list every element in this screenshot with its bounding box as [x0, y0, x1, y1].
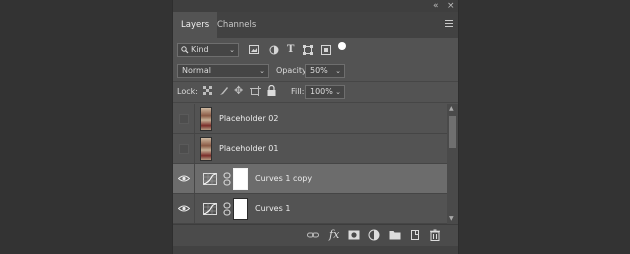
- new-adjustment-icon[interactable]: [368, 229, 380, 241]
- lock-row: Lock: ✥ Fill: 100% ⌄: [173, 83, 458, 101]
- adjustment-filter-icon[interactable]: [269, 45, 279, 55]
- panel-titlebar: « ×: [173, 0, 458, 12]
- lock-image-pixels-icon[interactable]: [219, 86, 229, 96]
- panel-tabs: Layers Channels: [173, 12, 458, 38]
- layer-name[interactable]: Placeholder 01: [219, 134, 278, 164]
- chevron-down-icon: ⌄: [229, 46, 235, 54]
- layer-name[interactable]: Curves 1: [255, 194, 290, 224]
- layer-name[interactable]: Curves 1 copy: [255, 164, 312, 194]
- filter-row: Kind ⌄ T: [173, 40, 458, 60]
- lock-label: Lock:: [177, 87, 198, 96]
- layers-panel: « × Layers Channels Kind ⌄ T Normal ⌄ Op…: [172, 0, 459, 254]
- lock-position-icon[interactable]: ✥: [234, 85, 243, 97]
- layer-row[interactable]: Placeholder 01: [173, 134, 447, 164]
- blend-mode-select[interactable]: Normal ⌄: [177, 64, 269, 78]
- opacity-value: 50%: [310, 66, 328, 75]
- eye-icon[interactable]: [178, 205, 190, 212]
- filter-toggle-icon[interactable]: [337, 41, 347, 51]
- type-filter-icon[interactable]: T: [287, 44, 294, 56]
- scroll-thumb[interactable]: [449, 116, 456, 148]
- layer-thumbnail[interactable]: [200, 107, 212, 131]
- delete-layer-icon[interactable]: [429, 229, 441, 241]
- link-layers-icon[interactable]: [307, 229, 319, 241]
- visibility-off-box[interactable]: [179, 114, 189, 124]
- scroll-down-icon[interactable]: ▼: [449, 215, 454, 222]
- fill-value: 100%: [310, 87, 333, 96]
- shape-filter-icon[interactable]: [303, 45, 313, 55]
- filter-kind-select[interactable]: Kind ⌄: [177, 43, 239, 57]
- pixel-filter-icon[interactable]: [249, 45, 259, 54]
- tab-channels[interactable]: Channels: [209, 12, 264, 38]
- scroll-up-icon[interactable]: ▲: [449, 105, 454, 112]
- panel-bottom-edge: [173, 246, 458, 254]
- lock-artboard-icon[interactable]: [250, 86, 261, 96]
- layer-mask-thumbnail[interactable]: [233, 168, 248, 190]
- mask-link-icon[interactable]: [223, 202, 231, 216]
- curves-adjustment-icon[interactable]: [203, 203, 217, 215]
- opacity-label: Opacity:: [276, 66, 309, 75]
- layer-mask-thumbnail[interactable]: [233, 198, 248, 220]
- visibility-off-box[interactable]: [179, 144, 189, 154]
- chevron-down-icon[interactable]: ⌄: [335, 86, 341, 98]
- blend-mode-value: Normal: [182, 66, 211, 75]
- lock-transparent-pixels-icon[interactable]: [203, 86, 212, 95]
- fill-input[interactable]: 100% ⌄: [305, 85, 345, 99]
- close-icon[interactable]: ×: [447, 1, 455, 11]
- layers-footer: fx: [173, 224, 458, 247]
- new-group-icon[interactable]: [389, 229, 401, 241]
- add-mask-icon[interactable]: [348, 229, 360, 241]
- chevron-down-icon[interactable]: ⌄: [335, 65, 341, 77]
- opacity-input[interactable]: 50% ⌄: [305, 64, 345, 78]
- layer-thumbnail[interactable]: [200, 137, 212, 161]
- visibility-toggle[interactable]: [173, 134, 195, 163]
- new-layer-icon[interactable]: [409, 229, 421, 241]
- layer-row[interactable]: Curves 1: [173, 194, 447, 224]
- blend-row: Normal ⌄ Opacity: 50% ⌄: [173, 62, 458, 80]
- layer-row[interactable]: Placeholder 02: [173, 104, 447, 134]
- divider: [173, 102, 458, 103]
- layer-row[interactable]: Curves 1 copy: [173, 164, 447, 194]
- chevron-down-icon: ⌄: [259, 67, 265, 75]
- panel-menu-icon[interactable]: [445, 20, 453, 29]
- divider: [173, 81, 458, 82]
- layer-name[interactable]: Placeholder 02: [219, 104, 278, 134]
- visibility-toggle[interactable]: [173, 194, 195, 223]
- layer-style-icon[interactable]: fx: [329, 228, 341, 241]
- visibility-toggle[interactable]: [173, 104, 195, 133]
- layers-scrollbar[interactable]: ▲ ▼: [447, 104, 458, 224]
- mask-link-icon[interactable]: [223, 172, 231, 186]
- lock-all-icon[interactable]: [267, 85, 276, 96]
- smart-object-filter-icon[interactable]: [321, 45, 331, 55]
- layers-list: Placeholder 02 Placeholder 01 Curves 1 c…: [173, 104, 447, 224]
- eye-icon[interactable]: [178, 175, 190, 182]
- fill-label: Fill:: [291, 87, 305, 96]
- filter-kind-label: Kind: [191, 45, 209, 54]
- search-icon: [181, 46, 189, 54]
- collapse-icon[interactable]: «: [433, 1, 439, 11]
- curves-adjustment-icon[interactable]: [203, 173, 217, 185]
- visibility-toggle[interactable]: [173, 164, 195, 193]
